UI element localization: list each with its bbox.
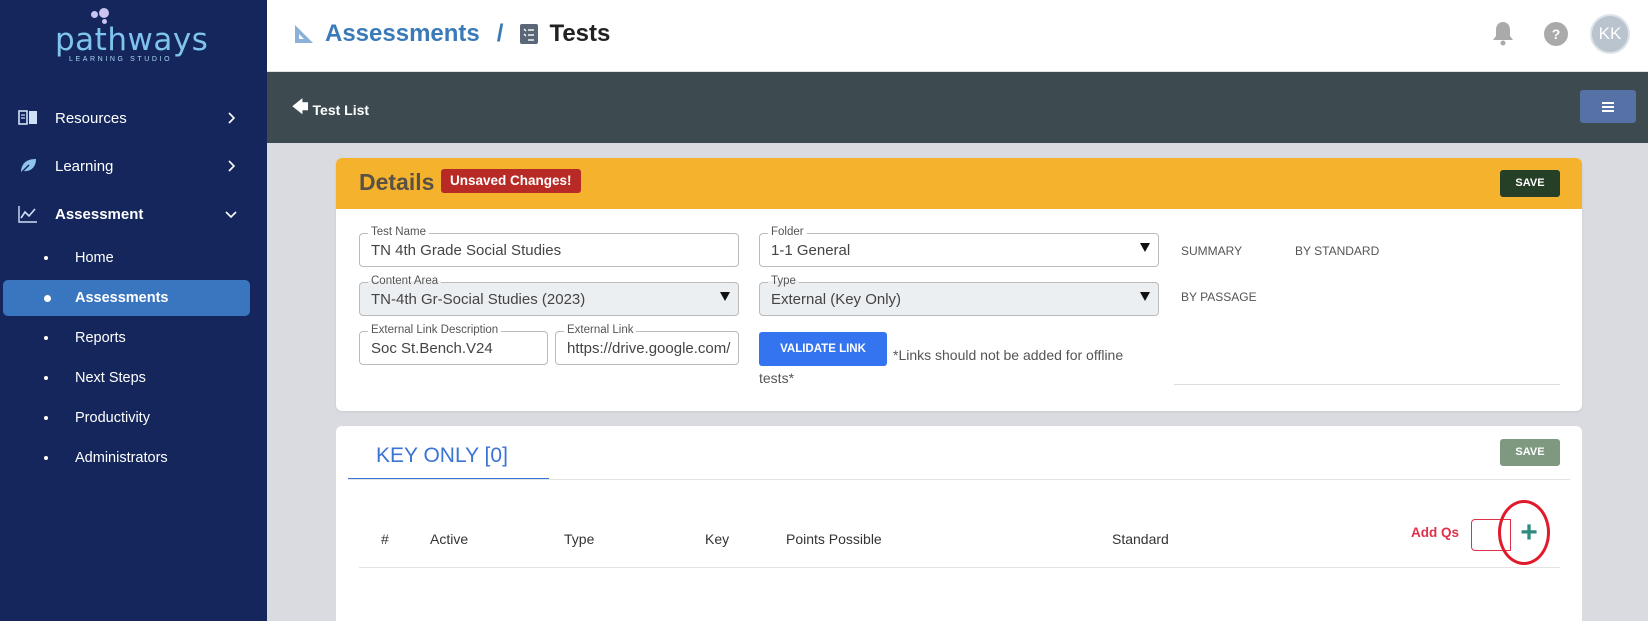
breadcrumb-separator: /	[496, 20, 504, 47]
type-select[interactable]: Type External (Key Only)	[759, 274, 1159, 316]
sidebar: pathways LEARNING STUDIO Resources Learn…	[0, 0, 267, 621]
sidebar-subitem-label: Assessments	[75, 290, 169, 306]
bullet-icon	[44, 256, 48, 260]
sidebar-item-label: Resources	[55, 109, 127, 127]
caret-down-icon	[1140, 243, 1150, 252]
divider	[348, 479, 1570, 480]
highlight-circle	[1498, 500, 1550, 565]
field-label: External Link	[564, 323, 637, 337]
bullet-icon	[44, 294, 51, 302]
sidebar-subitem-label: Next Steps	[75, 370, 146, 386]
divider	[359, 567, 1560, 568]
unsaved-changes-badge: Unsaved Changes!	[441, 169, 581, 193]
sidebar-item-assessment[interactable]: Assessment	[0, 194, 267, 234]
chevron-right-icon	[228, 160, 236, 172]
field-label: Folder	[768, 225, 807, 239]
column-header-active: Active	[430, 531, 469, 547]
key-only-card: KEY ONLY [0] SAVE # Active Type Key Poin…	[336, 426, 1582, 621]
tab-summary[interactable]: SUMMARY	[1181, 244, 1242, 258]
folder-select[interactable]: Folder 1-1 General	[759, 225, 1159, 267]
details-card: Details Unsaved Changes! SAVE Test Name …	[336, 158, 1582, 411]
column-header-points-possible: Points Possible	[786, 531, 882, 547]
summary-tabs: SUMMARY BY STANDARD BY PASSAGE	[1174, 218, 1560, 385]
sidebar-item-resources[interactable]: Resources	[0, 98, 267, 138]
column-header-type: Type	[564, 531, 595, 547]
field-value: 1-1 General	[771, 242, 851, 259]
tab-key-only-label: KEY ONLY [0]	[376, 444, 508, 467]
external-link-description-field[interactable]: External Link Description Soc St.Bench.V…	[359, 323, 548, 365]
hamburger-icon	[1602, 101, 1614, 112]
arrow-left-icon: 🡄	[292, 99, 309, 116]
avatar[interactable]: KK	[1590, 14, 1630, 54]
bullet-icon	[44, 336, 48, 340]
tab-key-only[interactable]: KEY ONLY [0]	[348, 442, 549, 480]
sub-header: 🡄 Test List	[267, 72, 1648, 143]
sidebar-subitem-administrators[interactable]: Administrators	[0, 440, 267, 476]
field-value: TN-4th Gr-Social Studies (2023)	[371, 291, 586, 308]
help-icon[interactable]: ?	[1544, 22, 1568, 46]
leaf-icon	[19, 159, 36, 175]
content-area-select[interactable]: Content Area TN-4th Gr-Social Studies (2…	[359, 274, 739, 316]
back-to-test-list-link[interactable]: 🡄 Test List	[292, 96, 369, 123]
column-header-number: #	[381, 531, 389, 547]
page-title: Tests	[549, 20, 611, 47]
logo-dot	[99, 8, 109, 18]
sidebar-subitem-label: Home	[75, 250, 114, 266]
field-label: Test Name	[368, 225, 429, 239]
column-header-key: Key	[705, 531, 730, 547]
logo-dot	[91, 11, 98, 18]
sidebar-subitem-label: Administrators	[75, 450, 168, 466]
add-qs-label: Add Qs	[1411, 525, 1460, 540]
save-button[interactable]: SAVE	[1500, 439, 1560, 466]
field-label: External Link Description	[368, 323, 502, 337]
details-title: Details	[359, 169, 435, 195]
field-label: Type	[768, 274, 799, 288]
chevron-down-icon	[225, 211, 237, 219]
caret-down-icon	[1140, 292, 1150, 301]
logo-tagline: LEARNING STUDIO	[69, 56, 173, 63]
field-value: Soc St.Bench.V24	[371, 340, 493, 357]
book-icon	[18, 110, 37, 125]
test-name-field[interactable]: Test Name TN 4th Grade Social Studies	[359, 225, 739, 267]
ruler-triangle-icon	[295, 25, 313, 43]
details-header: Details Unsaved Changes! SAVE	[336, 158, 1582, 209]
tab-by-standard[interactable]: BY STANDARD	[1295, 244, 1379, 258]
sidebar-subitem-productivity[interactable]: Productivity	[0, 400, 267, 436]
sidebar-item-label: Learning	[55, 157, 114, 175]
sidebar-item-learning[interactable]: Learning	[0, 146, 267, 186]
field-value: https://drive.google.com/	[567, 340, 731, 357]
pathways-logo[interactable]: pathways LEARNING STUDIO	[55, 8, 208, 66]
bullet-icon	[44, 416, 48, 420]
checklist-icon	[520, 24, 539, 44]
bell-icon[interactable]	[1491, 20, 1515, 46]
sidebar-item-label: Assessment	[55, 205, 144, 223]
breadcrumb: Assessments / Tests	[293, 18, 610, 50]
field-value: TN 4th Grade Social Studies	[371, 242, 562, 259]
sidebar-subitem-assessments[interactable]: Assessments	[3, 280, 250, 316]
tab-by-passage[interactable]: BY PASSAGE	[1181, 290, 1257, 304]
logo-wordmark: pathways	[55, 22, 209, 58]
field-label: Content Area	[368, 274, 442, 288]
breadcrumb-assessments-link[interactable]: Assessments	[325, 20, 480, 48]
bullet-icon	[44, 376, 48, 380]
field-value: External (Key Only)	[771, 291, 902, 308]
bullet-icon	[44, 456, 48, 460]
sidebar-subitem-next-steps[interactable]: Next Steps	[0, 360, 267, 396]
column-header-standard: Standard	[1112, 531, 1169, 547]
top-header: Assessments / Tests ? KK	[267, 0, 1648, 72]
back-link-label: Test List	[312, 101, 370, 118]
chart-icon	[18, 206, 37, 223]
sidebar-subitem-reports[interactable]: Reports	[0, 320, 267, 356]
external-link-field[interactable]: External Link https://drive.google.com/	[555, 323, 739, 365]
sidebar-subitem-home[interactable]: Home	[0, 240, 267, 276]
chevron-right-icon	[228, 112, 236, 124]
save-button[interactable]: SAVE	[1500, 170, 1560, 197]
sidebar-subitem-label: Reports	[75, 330, 126, 346]
menu-button[interactable]	[1580, 90, 1636, 123]
sidebar-subitem-label: Productivity	[75, 410, 150, 426]
caret-down-icon	[720, 292, 730, 301]
validate-link-button[interactable]: VALIDATE LINK	[759, 332, 887, 366]
